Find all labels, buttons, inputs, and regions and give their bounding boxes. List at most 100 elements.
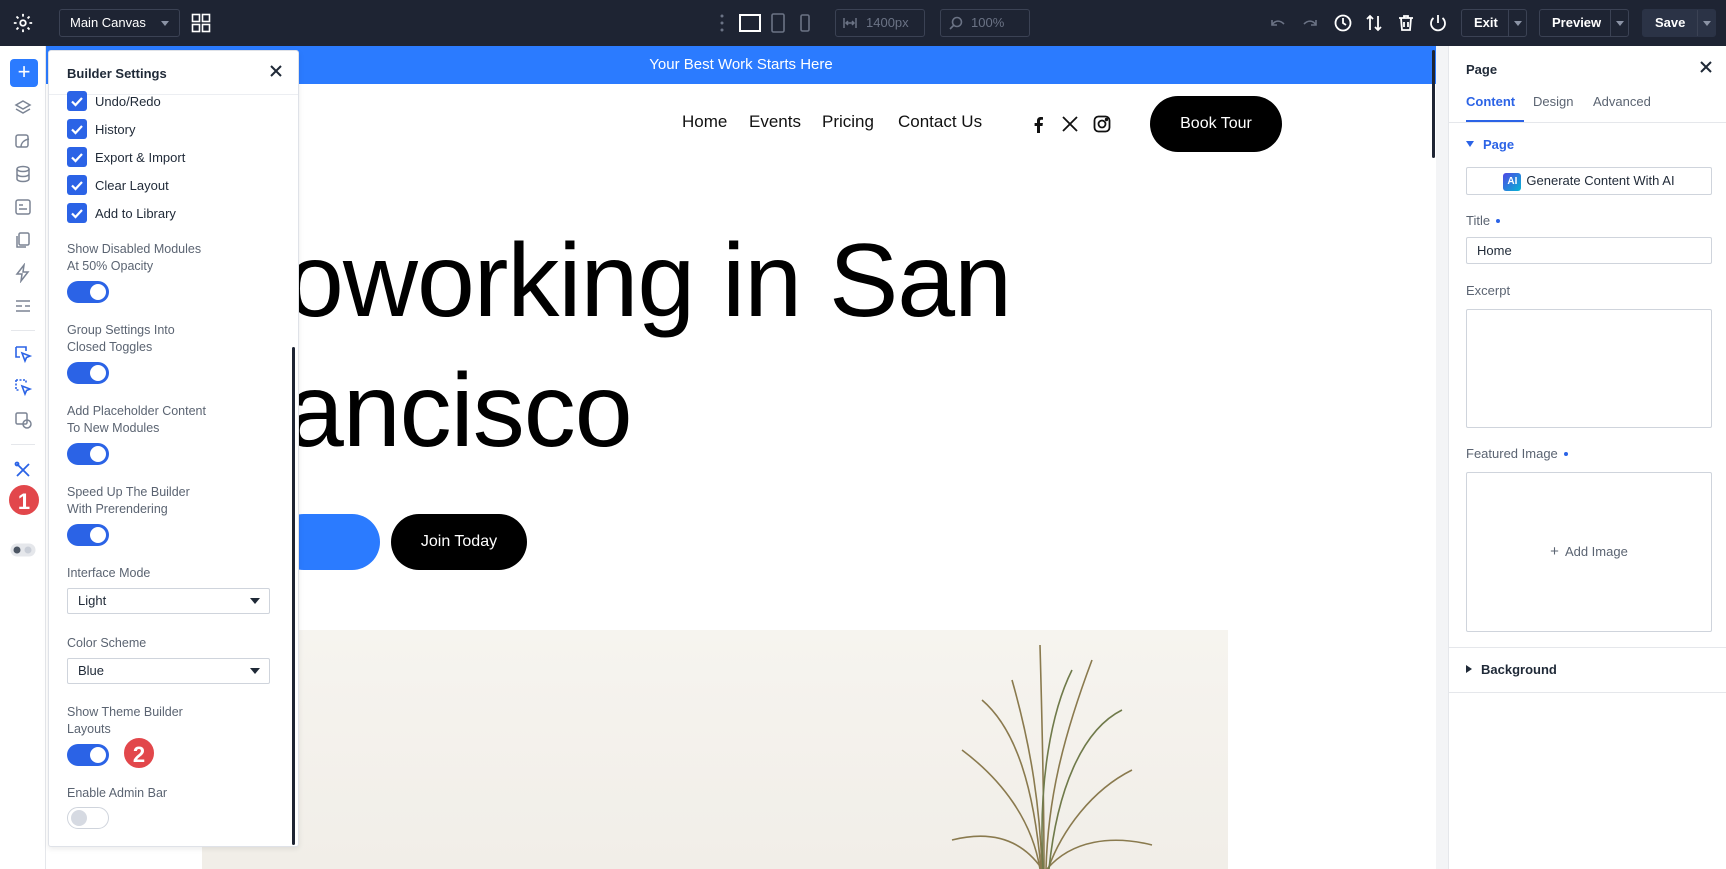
trash-icon[interactable] <box>1396 13 1416 33</box>
lightning-icon[interactable] <box>13 263 33 283</box>
checkbox-checked[interactable] <box>67 147 87 167</box>
save-dropdown-toggle[interactable] <box>1697 10 1715 36</box>
section-page-toggle[interactable]: Page <box>1466 137 1514 152</box>
zoom-field[interactable]: 100% <box>940 9 1030 37</box>
toggle-knob <box>90 747 106 763</box>
title-input[interactable]: Home <box>1466 237 1712 264</box>
label-line: To New Modules <box>67 421 160 435</box>
checkbox-history[interactable]: History <box>67 119 227 139</box>
checkbox-checked[interactable] <box>67 119 87 139</box>
list-settings-icon[interactable] <box>13 296 33 316</box>
prerendering-toggle[interactable] <box>67 524 109 546</box>
placeholder-content-toggle[interactable] <box>67 443 109 465</box>
theme-builder-toggle[interactable] <box>67 744 109 766</box>
save-button[interactable]: Save <box>1642 9 1716 37</box>
admin-bar-toggle[interactable] <box>67 807 109 829</box>
template-icon[interactable] <box>13 197 33 217</box>
checkbox-label: History <box>95 122 136 137</box>
tab-advanced[interactable]: Advanced <box>1593 94 1651 109</box>
canvas-width-field[interactable]: 1400px <box>835 9 925 37</box>
admin-bar-label: Enable Admin Bar <box>67 786 168 800</box>
builder-settings-header: Builder Settings <box>49 51 298 95</box>
cursor-select-icon[interactable] <box>13 344 33 364</box>
checkbox-checked[interactable] <box>67 203 87 223</box>
canvas-scrollbar[interactable] <box>1432 50 1435 158</box>
global-modules-icon[interactable] <box>13 410 33 430</box>
database-icon[interactable] <box>13 164 33 184</box>
checkbox-checked[interactable] <box>67 175 87 195</box>
multi-select-icon[interactable] <box>13 377 33 397</box>
label-line: Add Placeholder Content <box>67 404 206 418</box>
instagram-icon[interactable] <box>1092 114 1112 134</box>
excerpt-textarea[interactable] <box>1466 309 1712 428</box>
history-icon[interactable] <box>1333 13 1353 33</box>
nav-link-home[interactable]: Home <box>682 112 727 132</box>
step-badge-1: 1 <box>7 483 41 517</box>
top-toolbar: Main Canvas 1400px 100% Exit Preview Sav… <box>0 0 1726 46</box>
checkbox-undo-redo[interactable]: Undo/Redo <box>67 91 227 111</box>
group-settings-label: Group Settings Into Closed Toggles <box>67 322 175 356</box>
group-settings-toggle[interactable] <box>67 362 109 384</box>
tablet-view-icon[interactable] <box>770 13 786 33</box>
checkbox-clear-layout[interactable]: Clear Layout <box>67 175 227 195</box>
pages-icon[interactable] <box>13 230 33 250</box>
disabled-modules-toggle[interactable] <box>67 281 109 303</box>
color-scheme-label: Color Scheme <box>67 636 147 650</box>
power-icon[interactable] <box>1428 13 1448 33</box>
checkbox-export-import[interactable]: Export & Import <box>67 147 227 167</box>
design-icon[interactable] <box>13 131 33 151</box>
more-vertical-icon[interactable] <box>720 14 724 32</box>
tools-icon[interactable] <box>13 460 33 480</box>
x-twitter-icon[interactable] <box>1060 114 1080 134</box>
checkbox-add-to-library[interactable]: Add to Library <box>67 203 227 223</box>
layers-icon[interactable] <box>13 98 33 118</box>
phone-view-icon[interactable] <box>798 13 812 33</box>
page-panel-title: Page <box>1466 62 1498 77</box>
preview-button[interactable]: Preview <box>1539 9 1629 37</box>
tab-content[interactable]: Content <box>1466 94 1515 109</box>
color-scheme-select[interactable]: Blue <box>67 658 270 684</box>
check-icon <box>71 153 83 163</box>
checkbox-label: Clear Layout <box>95 178 169 193</box>
preview-dropdown-toggle[interactable] <box>1610 10 1628 36</box>
toolbar-divider <box>11 444 35 445</box>
featured-image-label: Featured Image <box>1466 446 1568 461</box>
join-today-button[interactable]: Join Today <box>391 514 527 570</box>
check-icon <box>71 97 83 107</box>
close-icon[interactable] <box>1698 59 1714 75</box>
nav-link-contact[interactable]: Contact Us <box>898 112 982 132</box>
sort-arrows-icon[interactable] <box>1364 13 1384 33</box>
mode-toggle-icon[interactable] <box>10 543 36 557</box>
undo-icon[interactable] <box>1268 13 1288 33</box>
gear-icon[interactable] <box>12 12 34 34</box>
checkbox-checked[interactable] <box>67 91 87 111</box>
chevron-down-icon <box>161 21 169 26</box>
exit-dropdown-toggle[interactable] <box>1508 10 1526 36</box>
nav-link-events[interactable]: Events <box>749 112 801 132</box>
label-line: Group Settings Into <box>67 323 175 337</box>
section-background-toggle[interactable]: Background <box>1466 662 1557 677</box>
title-label-text: Title <box>1466 213 1491 228</box>
desktop-view-icon[interactable] <box>739 13 761 33</box>
tab-design[interactable]: Design <box>1533 94 1573 109</box>
facebook-icon[interactable] <box>1029 114 1049 134</box>
generate-ai-button[interactable]: AI Generate Content With AI <box>1466 167 1712 195</box>
add-image-label: Add Image <box>1564 544 1628 559</box>
check-icon <box>71 209 83 219</box>
interface-mode-select[interactable]: Light <box>67 588 270 614</box>
add-image-dropzone[interactable]: + Add Image <box>1466 472 1712 632</box>
canvas-select[interactable]: Main Canvas <box>59 9 180 37</box>
exit-button[interactable]: Exit <box>1461 9 1527 37</box>
redo-icon[interactable] <box>1300 13 1320 33</box>
nav-link-pricing[interactable]: Pricing <box>822 112 874 132</box>
toggle-knob <box>90 284 106 300</box>
add-module-button[interactable]: + <box>10 59 38 87</box>
book-tour-button[interactable]: Book Tour <box>1150 96 1282 152</box>
settings-scrollbar[interactable] <box>292 347 295 845</box>
hero-image <box>202 630 1228 869</box>
preview-label: Preview <box>1552 15 1602 30</box>
grid-icon[interactable] <box>191 13 211 33</box>
close-icon[interactable] <box>268 63 284 79</box>
checkbox-label: Add to Library <box>95 206 176 221</box>
canvas-select-value: Main Canvas <box>70 15 146 30</box>
